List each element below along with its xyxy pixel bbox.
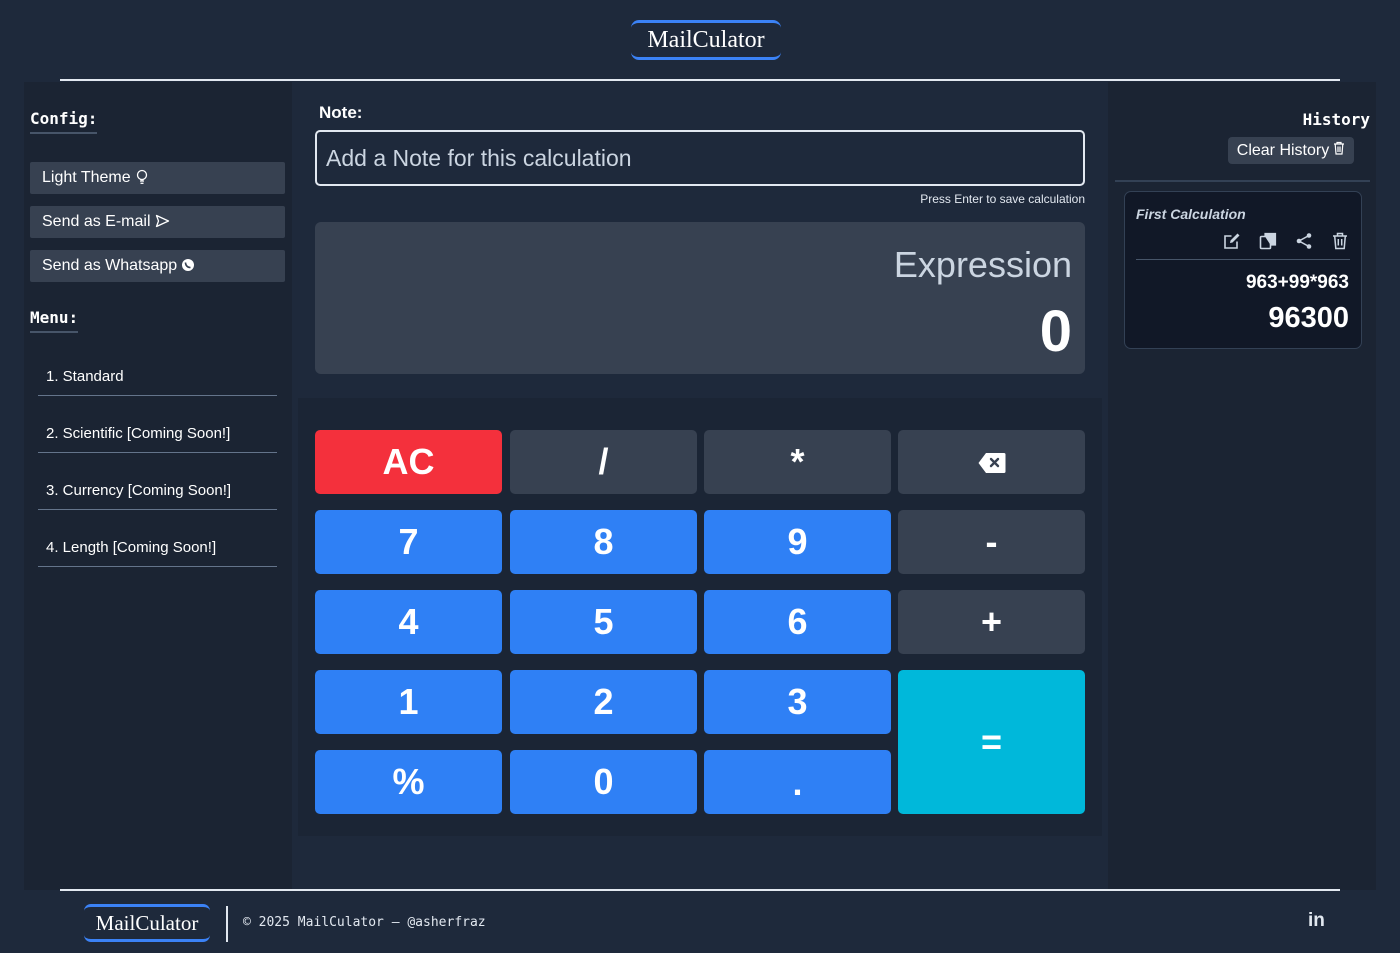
config-title: Config: — [30, 109, 98, 134]
light-theme-label: Light Theme — [42, 169, 131, 186]
clear-history-button[interactable]: Clear History — [1228, 137, 1354, 164]
footer-logo[interactable]: MailCulator — [84, 904, 210, 942]
digit-7-button[interactable]: 7 — [315, 510, 502, 574]
note-input[interactable] — [315, 130, 1085, 186]
digit-6-button[interactable]: 6 — [704, 590, 891, 654]
send-whatsapp-button[interactable]: Send as Whatsapp — [30, 250, 285, 282]
backspace-button[interactable] — [898, 430, 1085, 494]
clear-history-label: Clear History — [1236, 141, 1330, 159]
menu-item-scientific[interactable]: 2. Scientific [Coming Soon!] — [38, 415, 277, 453]
decimal-button[interactable]: . — [704, 750, 891, 814]
equals-button[interactable]: = — [898, 670, 1085, 814]
lightbulb-icon — [135, 169, 149, 188]
backspace-icon — [978, 441, 1006, 483]
copy-icon[interactable] — [1259, 232, 1277, 250]
footer-separator — [226, 906, 228, 942]
history-divider — [1115, 180, 1370, 182]
note-label: Note: — [319, 103, 363, 122]
whatsapp-icon — [181, 258, 195, 275]
menu-item-currency[interactable]: 3. Currency [Coming Soon!] — [38, 472, 277, 510]
send-email-button[interactable]: Send as E-mail — [30, 206, 285, 238]
digit-3-button[interactable]: 3 — [704, 670, 891, 734]
menu-title: Menu: — [30, 308, 79, 333]
plus-button[interactable]: + — [898, 590, 1085, 654]
history-entry-note: First Calculation — [1136, 206, 1246, 222]
divide-button[interactable]: / — [510, 430, 697, 494]
header-divider — [60, 79, 1340, 81]
history-entry-divider — [1136, 259, 1350, 260]
footer-copyright: © 2025 MailCulator — @asherfraz — [243, 915, 486, 930]
history-entry-actions — [1223, 232, 1349, 250]
display-expression: Expression — [893, 244, 1072, 285]
digit-9-button[interactable]: 9 — [704, 510, 891, 574]
digit-2-button[interactable]: 2 — [510, 670, 697, 734]
share-icon[interactable] — [1295, 232, 1313, 250]
display-result: 0 — [1039, 299, 1072, 364]
delete-icon[interactable] — [1331, 232, 1349, 250]
send-email-label: Send as E-mail — [42, 213, 151, 230]
multiply-button[interactable]: * — [704, 430, 891, 494]
footer-divider — [60, 889, 1340, 891]
header-logo[interactable]: MailCulator — [631, 20, 781, 60]
trash-icon — [1333, 141, 1345, 160]
clear-all-button[interactable]: AC — [315, 430, 502, 494]
linkedin-icon[interactable]: in — [1308, 910, 1325, 932]
minus-button[interactable]: - — [898, 510, 1085, 574]
digit-0-button[interactable]: 0 — [510, 750, 697, 814]
history-entry[interactable]: First Calculation 963+99*963 96300 — [1124, 191, 1362, 349]
digit-8-button[interactable]: 8 — [510, 510, 697, 574]
history-entry-expression: 963+99*963 — [1245, 272, 1349, 293]
send-icon — [155, 214, 170, 231]
history-title: History — [1302, 110, 1370, 129]
calculator-display: Expression 0 — [315, 222, 1085, 374]
note-hint: Press Enter to save calculation — [920, 192, 1085, 206]
percent-button[interactable]: % — [315, 750, 502, 814]
edit-icon[interactable] — [1223, 232, 1241, 250]
digit-1-button[interactable]: 1 — [315, 670, 502, 734]
history-entry-result: 96300 — [1268, 302, 1349, 334]
menu-item-standard[interactable]: 1. Standard — [38, 358, 277, 396]
light-theme-button[interactable]: Light Theme — [30, 162, 285, 194]
digit-5-button[interactable]: 5 — [510, 590, 697, 654]
digit-4-button[interactable]: 4 — [315, 590, 502, 654]
menu-item-length[interactable]: 4. Length [Coming Soon!] — [38, 529, 277, 567]
send-whatsapp-label: Send as Whatsapp — [42, 257, 178, 274]
